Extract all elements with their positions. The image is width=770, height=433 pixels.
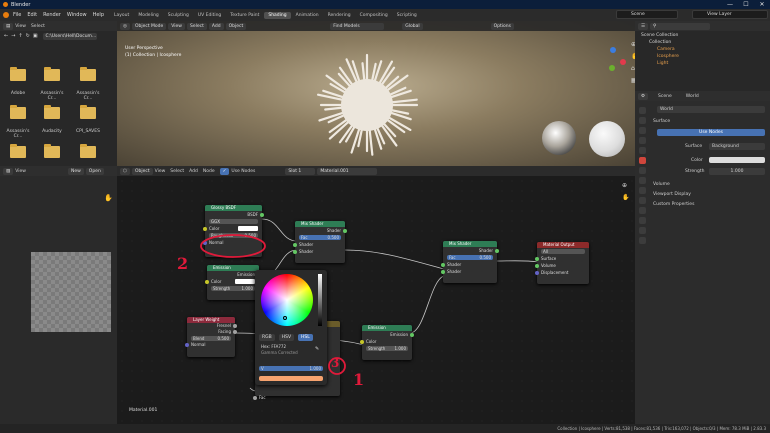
tab-hsl[interactable]: HSL <box>298 334 313 341</box>
socket-emission-out[interactable]: Emission <box>207 271 261 278</box>
breadcrumb-world: World <box>685 93 699 99</box>
socket-facing-out[interactable]: Facing <box>187 329 237 335</box>
socket-surface-in[interactable]: Surface <box>535 255 589 262</box>
particles-tab-icon[interactable] <box>639 187 646 194</box>
viewport-display-panel-header[interactable]: Viewport Display <box>653 192 691 197</box>
color-label: Color <box>691 158 703 163</box>
eyedropper-icon[interactable]: ✎ <box>315 346 319 352</box>
strength-label: Strength <box>685 169 705 174</box>
color-wheel-cursor[interactable] <box>283 316 287 320</box>
socket-shader-in-1[interactable]: Shader <box>293 241 345 248</box>
socket-emission-out[interactable]: Emission <box>362 331 414 338</box>
output-tab-icon[interactable] <box>639 127 646 134</box>
status-stats: Collection | Icosphere | Verts:81,538 | … <box>557 426 766 431</box>
color-picker-popup[interactable]: RGB HSV HSL Hex: FFA772 Gamma Corrected … <box>255 270 327 385</box>
physics-tab-icon[interactable] <box>639 197 646 204</box>
modifier-tab-icon[interactable] <box>639 177 646 184</box>
surface-panel-header[interactable]: Surface <box>653 119 670 124</box>
annotation-number-2: 2 <box>177 254 189 273</box>
use-nodes-button[interactable]: Use Nodes <box>657 129 765 136</box>
scene-collection-row[interactable]: Scene Collection <box>641 32 678 39</box>
socket-displacement-in[interactable]: Displacement <box>535 269 589 276</box>
surface-shader-dropdown[interactable]: Background <box>709 143 765 150</box>
render-tab-icon[interactable] <box>639 117 646 124</box>
outliner-item-collection[interactable]: Collection <box>649 39 671 46</box>
data-tab-icon[interactable] <box>639 217 646 224</box>
socket-volume-in[interactable]: Volume <box>535 262 589 269</box>
layer-weight-node[interactable]: Layer Weight Fresnel Facing Blend 0.500 N… <box>185 317 237 357</box>
mix-shader-node-1[interactable]: Mix Shader Shader Fac 0.500 Shader Shader <box>293 221 347 263</box>
socket-shader-in-2[interactable]: Shader <box>441 268 497 275</box>
outliner-item-icosphere[interactable]: Icosphere <box>657 53 679 60</box>
socket-bsdf-out[interactable]: BSDF <box>205 211 264 218</box>
strength-field[interactable]: Strength 1.000 <box>366 346 408 351</box>
strength-field[interactable]: Strength 1.000 <box>211 286 255 291</box>
socket-color-in[interactable]: Color <box>360 338 412 345</box>
world-tab-icon[interactable] <box>639 157 646 164</box>
custom-properties-panel-header[interactable]: Custom Properties <box>653 202 694 207</box>
volume-panel-header[interactable]: Volume <box>653 182 670 187</box>
socket-shader-out[interactable]: Shader <box>295 227 347 234</box>
socket-color-in[interactable]: Color <box>205 278 259 285</box>
socket-shader-in-1[interactable]: Shader <box>441 261 497 268</box>
fac-field[interactable]: Fac 0.500 <box>299 235 341 240</box>
constraints-tab-icon[interactable] <box>639 207 646 214</box>
emission-node-1[interactable]: Emission Emission Color Strength 1.000 <box>205 265 261 300</box>
outliner-search[interactable]: ⚲ <box>650 22 711 30</box>
view-layer-tab-icon[interactable] <box>639 137 646 144</box>
properties-editor: ⚙ Scene World World Surface Use Nodes Su… <box>635 91 770 424</box>
color-swatch <box>259 376 323 381</box>
target-dropdown[interactable]: All <box>541 249 585 254</box>
color-wheel[interactable] <box>261 274 313 326</box>
material-tab-icon[interactable] <box>639 227 646 234</box>
annotation-ellipse-roughness <box>200 234 266 258</box>
socket-shader-in-2[interactable]: Shader <box>293 248 345 255</box>
blend-field[interactable]: Blend 0.500 <box>191 336 231 341</box>
surface-label: Surface <box>685 144 703 149</box>
color-field[interactable] <box>709 157 765 163</box>
tab-hsv[interactable]: HSV <box>278 334 295 341</box>
socket-normal-in[interactable]: Normal <box>185 342 235 348</box>
breadcrumb-scene: Scene <box>658 93 672 99</box>
status-bar: Collection | Icosphere | Verts:81,538 | … <box>0 424 770 433</box>
fac-field[interactable]: Fac 0.500 <box>447 255 493 260</box>
strength-field[interactable]: 1.000 <box>709 168 765 175</box>
scene-tab-icon[interactable] <box>639 147 646 154</box>
editor-type-button[interactable]: ⚙ <box>638 92 649 100</box>
node-title: Material Output <box>537 242 589 248</box>
annotation-number-3: 3 <box>331 356 340 370</box>
tool-tab-icon[interactable] <box>639 107 646 114</box>
tab-rgb[interactable]: RGB <box>259 334 275 341</box>
world-selector[interactable]: World <box>657 106 765 113</box>
socket-fac-in[interactable]: Fac <box>253 394 340 401</box>
mix-shader-node-2[interactable]: Mix Shader Shader Fac 0.500 Shader Shader <box>441 241 499 283</box>
outliner: ☰ ⚲ Scene Collection Collection Camera Ic… <box>635 21 770 91</box>
emission-node-2[interactable]: Emission Emission Color Strength 1.000 <box>360 325 414 360</box>
outliner-item-light[interactable]: Light <box>657 60 668 67</box>
hex-value[interactable]: Hex: FFA772 <box>261 344 286 349</box>
editor-type-button[interactable]: ☰ <box>638 22 649 30</box>
distribution-dropdown[interactable]: GGX <box>209 219 258 224</box>
value-slider[interactable] <box>318 274 322 326</box>
object-tab-icon[interactable] <box>639 167 646 174</box>
blender-window: Blender — ☐ ✕ File Edit Render Window He… <box>0 0 770 433</box>
material-output-node[interactable]: Material Output All Surface Volume Displ… <box>535 242 589 284</box>
outliner-item-camera[interactable]: Camera <box>657 46 675 53</box>
gamma-label: Gamma Corrected <box>261 350 298 355</box>
socket-shader-out[interactable]: Shader <box>443 247 499 254</box>
texture-tab-icon[interactable] <box>639 237 646 244</box>
annotation-number-1: 1 <box>353 370 365 389</box>
value-field[interactable]: V 1.000 <box>259 366 323 371</box>
